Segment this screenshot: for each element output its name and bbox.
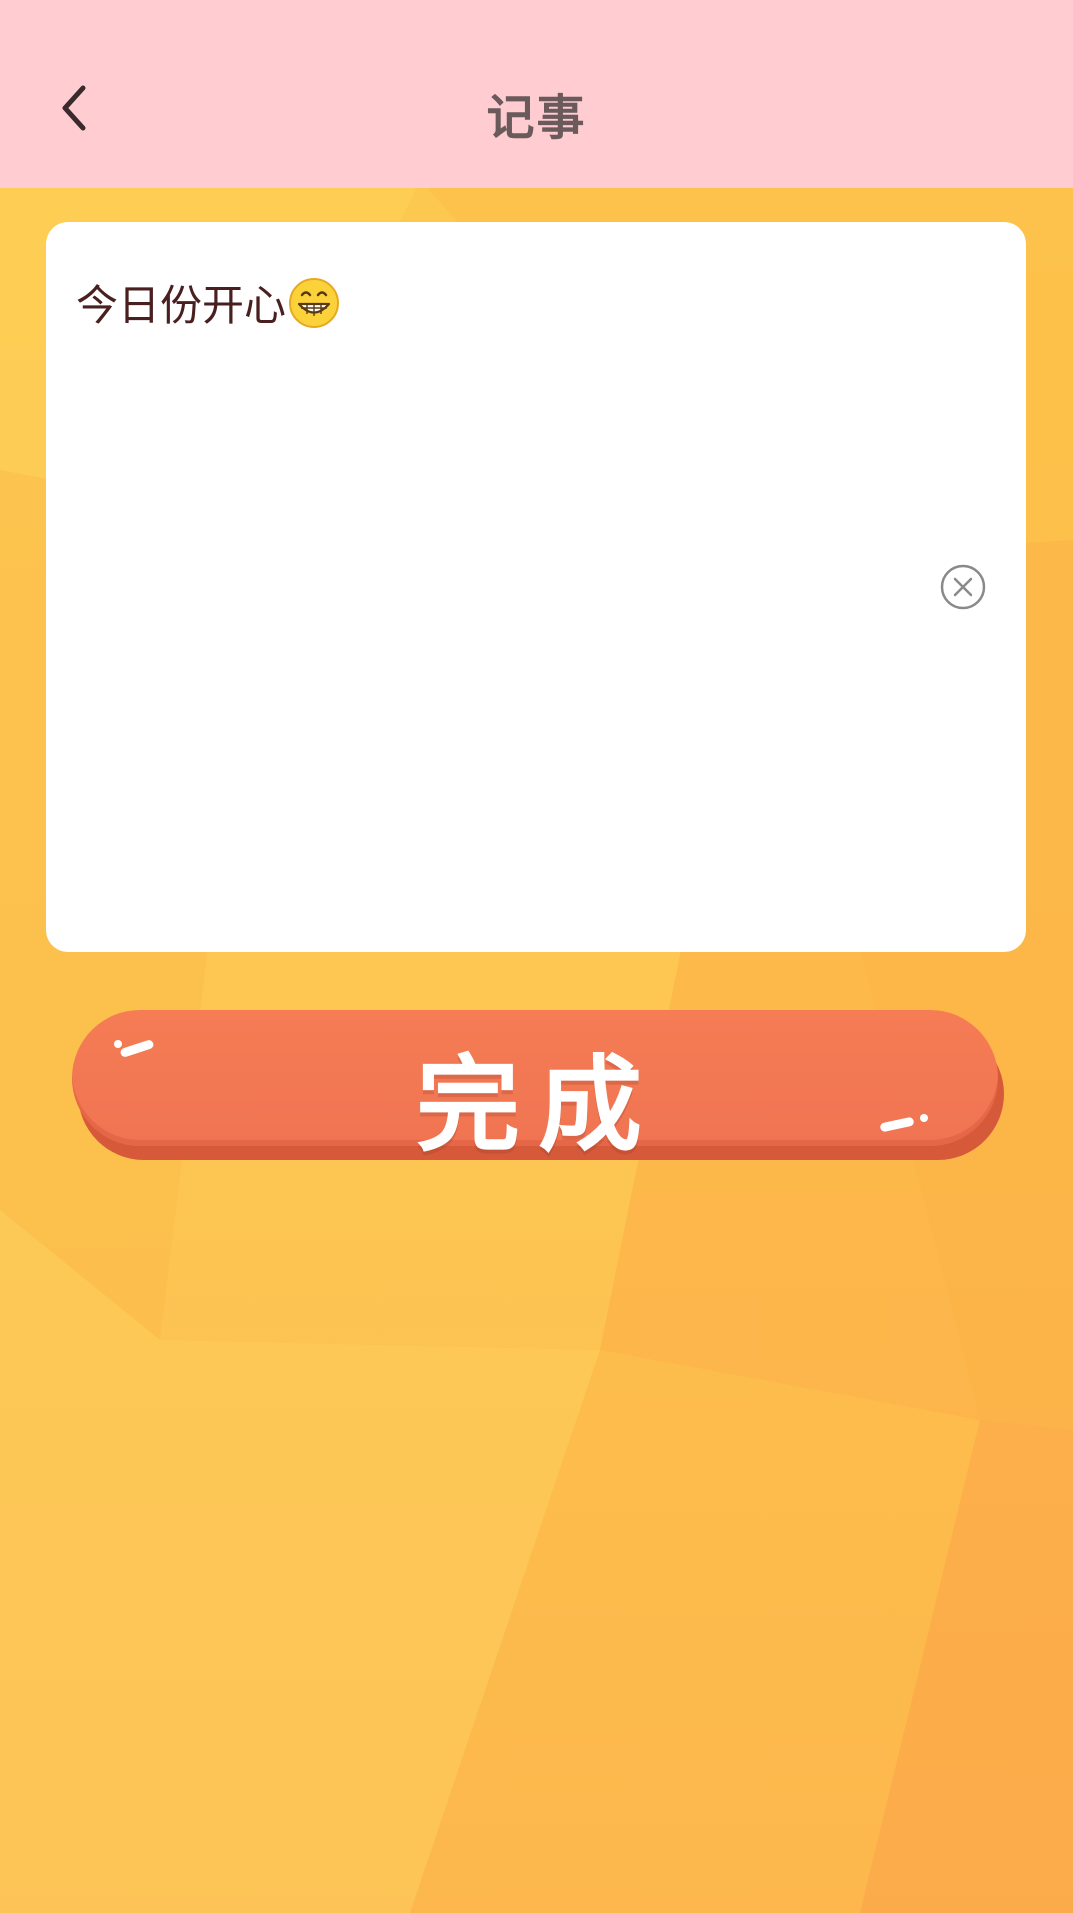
note-text: 今日份开心 bbox=[76, 281, 287, 330]
note-editor[interactable]: 今日份开心 bbox=[46, 222, 1026, 952]
note-text-row: 今日份开心 bbox=[76, 272, 340, 333]
done-button[interactable]: 完成 bbox=[72, 1010, 1004, 1166]
clear-button[interactable] bbox=[938, 562, 988, 612]
clear-circle-icon bbox=[940, 564, 986, 610]
page-title: 记事 bbox=[486, 90, 587, 146]
grinning-face-icon bbox=[289, 277, 340, 328]
header-bar: 记事 bbox=[0, 0, 1073, 188]
done-button-label: 完成 bbox=[415, 1044, 660, 1166]
